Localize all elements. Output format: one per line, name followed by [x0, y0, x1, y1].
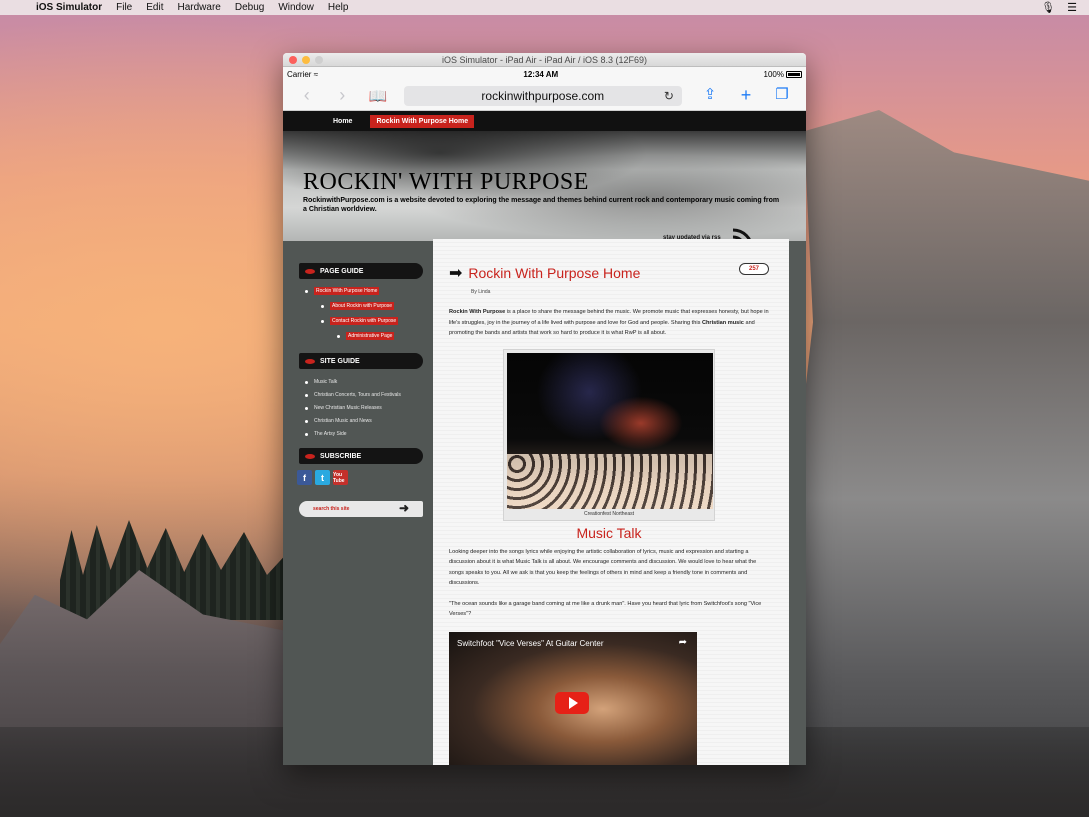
- twitter-icon[interactable]: t: [315, 470, 330, 485]
- video-share-icon[interactable]: ➦: [679, 637, 687, 648]
- list-item[interactable]: About Rockin with Purpose: [321, 302, 433, 310]
- post-title[interactable]: Rockin With Purpose Home: [468, 265, 640, 281]
- social-links: f t You Tube: [297, 470, 433, 485]
- zoom-button[interactable]: [315, 55, 323, 64]
- menu-edit[interactable]: Edit: [146, 2, 163, 13]
- list-item[interactable]: Contact Rockin with Purpose: [321, 317, 433, 325]
- list-item[interactable]: The Artsy Side: [305, 431, 433, 437]
- mountain-right: [789, 110, 1089, 817]
- arrow-right-icon: ➡: [449, 265, 463, 282]
- youtube-icon[interactable]: You Tube: [333, 470, 348, 485]
- menu-help[interactable]: Help: [328, 2, 349, 13]
- list-item[interactable]: New Christian Music Releases: [305, 405, 433, 411]
- quote-paragraph: "The ocean sounds like a garage band com…: [449, 600, 762, 618]
- window-titlebar[interactable]: iOS Simulator - iPad Air - iPad Air / iO…: [283, 53, 806, 67]
- photo-caption: Creationfest Northeast: [583, 510, 635, 517]
- lips-icon: [305, 358, 315, 364]
- menu-file[interactable]: File: [116, 2, 132, 13]
- site-guide-heading: SITE GUIDE: [299, 353, 423, 369]
- music-talk-paragraph: Looking deeper into the songs lyrics whi…: [449, 548, 757, 587]
- share-icon[interactable]: ⇪: [692, 85, 728, 106]
- play-button[interactable]: [555, 691, 589, 714]
- wifi-icon: ≈: [313, 69, 319, 79]
- music-talk-heading[interactable]: Music Talk: [449, 525, 769, 541]
- battery-icon: [786, 70, 802, 78]
- web-page[interactable]: Home Rockin With Purpose Home ROCKIN' WI…: [283, 111, 806, 765]
- post-byline: By Linda: [471, 289, 491, 295]
- tabs-icon[interactable]: ❐: [764, 85, 800, 106]
- menu-window[interactable]: Window: [278, 2, 314, 13]
- list-icon[interactable]: ☰: [1067, 1, 1077, 14]
- search-input[interactable]: search this site ➜: [299, 501, 423, 517]
- video-title[interactable]: Switchfoot "Vice Verses" At Guitar Cente…: [457, 639, 604, 648]
- site-guide-list: Music Talk Christian Concerts, Tours and…: [305, 379, 433, 437]
- list-item[interactable]: Christian Music and News: [305, 418, 433, 424]
- page-guide-heading: PAGE GUIDE: [299, 263, 423, 279]
- status-time: 12:34 AM: [523, 69, 559, 79]
- intro-paragraph: Rockin With Purpose is a place to share …: [449, 309, 769, 336]
- menu-app-name[interactable]: iOS Simulator: [36, 2, 102, 13]
- youtube-video[interactable]: Switchfoot "Vice Verses" At Guitar Cente…: [449, 631, 697, 765]
- battery-percent: 100%: [763, 69, 784, 79]
- bookmarks-icon[interactable]: 📖: [360, 87, 396, 105]
- comments-badge[interactable]: 257: [739, 263, 769, 275]
- back-icon[interactable]: ‹: [289, 85, 325, 106]
- ios-status-bar: Carrier ≈ 12:34 AM 100%: [283, 67, 806, 81]
- search-placeholder: search this site: [313, 506, 350, 512]
- close-button[interactable]: [289, 55, 297, 64]
- menu-bar: iOS Simulator File Edit Hardware Debug W…: [0, 0, 1089, 15]
- main-content: ➡ Rockin With Purpose Home 257 By Linda …: [433, 239, 789, 765]
- subscribe-title: SUBSCRIBE: [320, 452, 362, 460]
- list-item[interactable]: Christian Concerts, Tours and Festivals: [305, 392, 433, 398]
- microphone-icon[interactable]: 🎙: [1041, 1, 1055, 14]
- post-header: ➡ Rockin With Purpose Home 257: [449, 263, 769, 283]
- site-title[interactable]: ROCKIN' WITH PURPOSE: [303, 169, 589, 196]
- simulator-window: iOS Simulator - iPad Air - iPad Air / iO…: [283, 53, 806, 765]
- address-bar[interactable]: rockinwithpurpose.com ↻: [403, 85, 682, 106]
- menu-hardware[interactable]: Hardware: [177, 2, 220, 13]
- list-item[interactable]: Rockin With Purpose Home: [305, 287, 433, 295]
- forward-icon[interactable]: ›: [325, 85, 361, 106]
- list-item[interactable]: Music Talk: [305, 379, 433, 385]
- safari-toolbar: ‹ › 📖 rockinwithpurpose.com ↻ ⇪ + ❐: [283, 81, 806, 111]
- site-guide-title: SITE GUIDE: [320, 357, 360, 365]
- crowd: [507, 453, 713, 509]
- sidebar: PAGE GUIDE Rockin With Purpose Home Abou…: [283, 241, 433, 765]
- page-guide-list: Rockin With Purpose Home About Rockin wi…: [305, 287, 433, 340]
- site-tagline: RockinwithPurpose.com is a website devot…: [303, 197, 780, 213]
- page-guide-title: PAGE GUIDE: [320, 267, 364, 275]
- url-text: rockinwithpurpose.com: [481, 88, 605, 103]
- nav-rwp-home[interactable]: Rockin With Purpose Home: [370, 114, 475, 128]
- carrier-label: Carrier: [287, 69, 312, 79]
- subscribe-heading: SUBSCRIBE: [299, 448, 423, 464]
- site-nav: Home Rockin With Purpose Home: [283, 111, 806, 131]
- reload-icon[interactable]: ↻: [664, 89, 674, 103]
- menu-debug[interactable]: Debug: [235, 2, 264, 13]
- search-arrow-icon[interactable]: ➜: [399, 501, 409, 515]
- new-tab-icon[interactable]: +: [728, 85, 764, 106]
- nav-home[interactable]: Home: [327, 115, 358, 128]
- facebook-icon[interactable]: f: [297, 470, 312, 485]
- lips-icon: [305, 268, 315, 274]
- list-item[interactable]: Administrative Page: [337, 332, 433, 340]
- window-title: iOS Simulator - iPad Air - iPad Air / iO…: [441, 54, 648, 65]
- lips-icon: [305, 453, 315, 459]
- minimize-button[interactable]: [302, 55, 310, 64]
- concert-figure: Creationfest Northeast: [503, 348, 715, 521]
- concert-photo[interactable]: [507, 352, 713, 509]
- site-header: ROCKIN' WITH PURPOSE RockinwithPurpose.c…: [283, 131, 806, 250]
